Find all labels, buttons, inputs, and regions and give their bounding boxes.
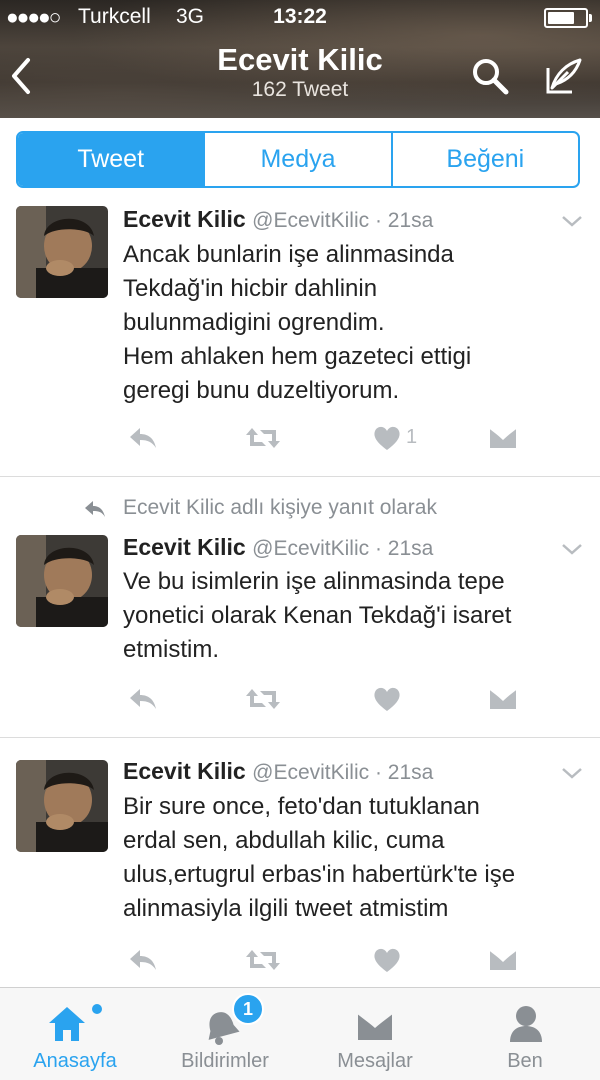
reply-context[interactable]: Ecevit Kilic adlı kişiye yanıt olarak [123,496,437,520]
profile-photo [16,760,108,852]
tab-home[interactable]: Anasayfa [0,988,150,1080]
tweet-text: Ve bu isimlerin işe alinmasinda tepe yon… [123,565,593,667]
tab-begeni[interactable]: Beğeni [390,133,578,186]
tab-messages[interactable]: Mesajlar [300,988,450,1080]
tweet-header: Ecevit Kilic @EcevitKilic · 21sa [123,206,433,233]
profile-tabs: Tweet Medya Beğeni [16,131,580,188]
tab-tweet[interactable]: Tweet [18,133,204,186]
heart-icon[interactable] [372,946,402,974]
tweet-line: Ve bu isimlerin işe alinmasinda tepe [123,568,505,595]
tweet-text: Ancak bunlarin işe alinmasinda Tekdağ'in… [123,238,593,408]
tweet-line: yonetici olarak Kenan Tekdağ'i isaret [123,602,512,629]
tweet-line: Hem ahlaken hem gazeteci ettigi [123,343,472,370]
retweet-icon[interactable] [244,946,282,974]
tweet-count: 162 Tweet [251,78,349,101]
notification-badge: 1 [232,993,264,1025]
author-handle: @EcevitKilic · 21sa [252,537,434,560]
search-button[interactable] [470,56,510,96]
tweet-header: Ecevit Kilic @EcevitKilic · 21sa [123,758,433,785]
tweet-header: Ecevit Kilic @EcevitKilic · 21sa [123,534,433,561]
direct-message-icon[interactable] [488,424,518,452]
reply-icon[interactable] [126,946,158,974]
bottom-tab-bar: Anasayfa 1 Bildirimler Mesajlar Ben [0,987,600,1080]
tab-label: Anasayfa [33,1050,117,1072]
chevron-down-icon[interactable] [560,214,584,228]
tweet-card[interactable]: Ecevit Kilic @EcevitKilic · 21sa Ancak b… [0,200,600,477]
tweet-line: geregi bunu duzeltiyorum. [123,377,400,404]
person-icon [510,1006,542,1042]
tab-label: Bildirimler [181,1050,269,1072]
avatar[interactable] [16,535,108,627]
author-name[interactable]: Ecevit Kilic [123,534,246,560]
retweet-icon[interactable] [244,685,282,713]
retweet-icon[interactable] [244,424,282,452]
home-icon [49,1007,85,1041]
tweet-card[interactable]: Ecevit Kilic @EcevitKilic · 21sa Bir sur… [0,738,600,987]
heart-icon[interactable] [372,424,402,452]
new-content-dot [92,1004,102,1014]
tweet-line: erdal sen, abdullah kilic, cuma [123,827,445,854]
tab-label: Ben [507,1050,543,1072]
author-handle: @EcevitKilic · 21sa [252,209,434,232]
author-name[interactable]: Ecevit Kilic [123,758,246,784]
tweet-actions [120,946,540,980]
clock: 13:22 [273,5,327,28]
avatar[interactable] [16,760,108,852]
profile-photo [16,206,108,298]
direct-message-icon[interactable] [488,946,518,974]
tweet-line: Bir sure once, feto'dan tutuklanan [123,793,480,820]
tweet-line: etmistim. [123,636,219,663]
tweet-actions [120,685,540,719]
tweet-line: Tekdağ'in hicbir dahlinin [123,275,378,302]
tab-notifications[interactable]: 1 Bildirimler [150,988,300,1080]
tab-label: Mesajlar [337,1050,413,1072]
compose-tweet-button[interactable] [542,54,586,98]
envelope-icon [357,1012,393,1040]
tweet-text: Bir sure once, feto'dan tutuklanan erdal… [123,790,593,926]
like-count: 1 [406,426,418,448]
reply-icon[interactable] [126,424,158,452]
tab-profile[interactable]: Ben [450,988,600,1080]
profile-photo [16,535,108,627]
search-icon [473,59,509,95]
author-name[interactable]: Ecevit Kilic [123,206,246,232]
tweet-card[interactable]: Ecevit Kilic adlı kişiye yanıt olarak Ec… [0,477,600,738]
tweet-actions: 1 [120,424,540,458]
heart-icon[interactable] [372,685,402,713]
tweet-line: Ancak bunlarin işe alinmasinda [123,241,454,268]
direct-message-icon[interactable] [488,685,518,713]
tab-medya[interactable]: Medya [203,133,390,186]
avatar[interactable] [16,206,108,298]
author-handle: @EcevitKilic · 21sa [252,761,434,784]
reply-icon [85,501,105,517]
chevron-down-icon[interactable] [560,766,584,780]
tweet-line: alinmasiyla ilgili tweet atmistim [123,895,449,922]
status-bar: ●●●●○ Turkcell 3G 13:22 [0,4,600,29]
reply-icon[interactable] [126,685,158,713]
tweet-line: ulus,ertugrul erbas'in habertürk'te işe [123,861,516,888]
compose-icon [546,58,582,94]
tweet-line: bulunmadigini ogrendim. [123,309,385,336]
battery-icon [544,8,592,28]
chevron-down-icon[interactable] [560,542,584,556]
page-title: Ecevit Kilic [217,42,383,77]
profile-header: ●●●●○ Turkcell 3G 13:22 Ecevit Kilic 162… [0,0,600,118]
